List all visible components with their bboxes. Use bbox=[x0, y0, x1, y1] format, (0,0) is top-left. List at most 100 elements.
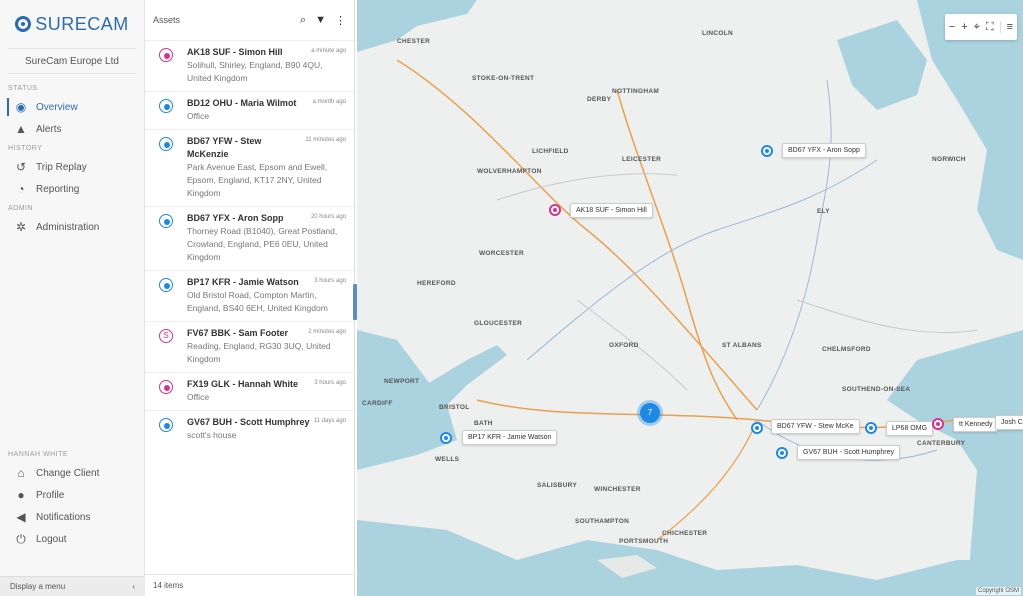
asset-list-item[interactable]: AK18 SUF - Simon Hill a minute ago Solihul… bbox=[145, 40, 354, 91]
asset-body: BD12 OHU - Maria Wilmot a month ago Office bbox=[187, 97, 346, 123]
map-marker-label[interactable]: LP68 OMG bbox=[886, 421, 934, 436]
nav-change-client-label: Change Client bbox=[36, 467, 100, 479]
city-label: BATH bbox=[474, 420, 493, 427]
city-label: SALISBURY bbox=[537, 482, 578, 489]
asset-timestamp: a minute ago bbox=[311, 48, 346, 54]
city-label: SOUTHAMPTON bbox=[575, 518, 630, 525]
map-marker[interactable] bbox=[865, 422, 877, 434]
map-marker-label[interactable]: AK18 SUF - Simon Hill bbox=[570, 203, 653, 218]
assets-header: Assets ⌕ ▼ ⋮ bbox=[145, 0, 354, 40]
more-vert-icon[interactable]: ⋮ bbox=[335, 14, 346, 27]
asset-timestamp: 3 hours ago bbox=[314, 278, 346, 284]
asset-name: FV67 BBK - Sam Footer bbox=[187, 328, 289, 338]
asset-list-item[interactable]: GV67 BUH - Scott Humphrey 11 days ago scot… bbox=[145, 410, 354, 448]
gear-icon: ✲ bbox=[15, 220, 27, 234]
asset-address: Thorney Road (B1040), Great Postland, Cr… bbox=[187, 226, 338, 262]
nav-trip-replay-label: Trip Replay bbox=[36, 161, 87, 173]
asset-list-item[interactable]: BD12 OHU - Maria Wilmot a month ago Office bbox=[145, 91, 354, 129]
asset-list-item[interactable]: BP17 KFR - Jamie Watson 3 hours ago Old Br… bbox=[145, 270, 354, 321]
sidebar: SURECAM SureCam Europe Ltd STATUS ◉ Over… bbox=[0, 0, 145, 596]
map-menu-icon[interactable]: ≡ bbox=[999, 21, 1013, 33]
logo-icon bbox=[15, 16, 32, 32]
nav-trip-replay[interactable]: ↺ Trip Replay bbox=[0, 156, 144, 178]
nav-reporting[interactable]: ◔ Reporting bbox=[0, 178, 144, 200]
asset-avatar-icon: S bbox=[159, 329, 173, 343]
map-view[interactable]: CHESTER LINCOLN STOKE-ON-TRENT DERBY NOT… bbox=[357, 0, 1023, 596]
collapse-sidebar-icon[interactable]: ‹ bbox=[132, 582, 135, 591]
fullscreen-icon[interactable]: ⛶ bbox=[986, 21, 994, 34]
city-label: DERBY bbox=[587, 96, 612, 103]
map-marker[interactable] bbox=[440, 432, 452, 444]
map-marker[interactable] bbox=[761, 145, 773, 157]
zoom-out-button[interactable]: − bbox=[949, 21, 955, 33]
asset-name: GV67 BUH - Scott Humphrey bbox=[187, 417, 310, 427]
marker-cluster[interactable]: 7 bbox=[640, 403, 660, 423]
section-label-admin: ADMIN bbox=[8, 205, 34, 212]
bullhorn-icon: ◀ bbox=[16, 510, 26, 524]
map-marker-label[interactable]: tt Kennedy bbox=[953, 417, 999, 432]
asset-list-item[interactable]: BD67 YFW - Stew McKenzie 11 minutes ago Pa… bbox=[145, 129, 354, 206]
city-label: WORCESTER bbox=[479, 250, 524, 257]
nav-notifications[interactable]: ◀ Notifications bbox=[0, 506, 145, 528]
locate-icon[interactable]: ⌖ bbox=[974, 21, 980, 34]
asset-timestamp: 2 minutes ago bbox=[308, 329, 346, 335]
asset-name: BD67 YFX - Aron Sopp bbox=[187, 213, 284, 223]
zoom-in-button[interactable]: + bbox=[961, 21, 967, 33]
logo[interactable]: SURECAM bbox=[0, 0, 144, 48]
city-label: WOLVERHAMPTON bbox=[477, 168, 542, 175]
asset-address: Reading, England, RG30 3UQ, United Kingd… bbox=[187, 341, 331, 364]
map-marker[interactable] bbox=[751, 422, 763, 434]
asset-list-item[interactable]: FX19 GLK - Hannah White 3 hours ago Office bbox=[145, 372, 354, 410]
map-copyright: Copyright OSM bbox=[975, 587, 1021, 595]
client-name: SureCam Europe Ltd bbox=[8, 48, 136, 74]
city-label: HEREFORD bbox=[417, 280, 456, 287]
asset-header: FV67 BBK - Sam Footer 2 minutes ago bbox=[187, 327, 346, 340]
city-label: WINCHESTER bbox=[594, 486, 641, 493]
map-marker-label[interactable]: BD67 YFX - Aron Sopp bbox=[782, 143, 866, 158]
map-marker-label[interactable]: GV67 BUH - Scott Humphrey bbox=[797, 445, 901, 460]
nav-overview-label: Overview bbox=[36, 101, 78, 113]
asset-name: BD67 YFW - Stew McKenzie bbox=[187, 136, 262, 159]
asset-status-icon bbox=[159, 48, 173, 62]
home-icon: ⌂ bbox=[17, 466, 25, 480]
nav-reporting-label: Reporting bbox=[36, 183, 80, 195]
asset-list-item[interactable]: S FV67 BBK - Sam Footer 2 minutes ago Readi… bbox=[145, 321, 354, 372]
asset-address: Old Bristol Road, Compton Martin, Englan… bbox=[187, 290, 328, 313]
display-menu-bar[interactable]: Display a menu ‹ bbox=[0, 576, 145, 596]
map-marker[interactable] bbox=[549, 204, 561, 216]
asset-timestamp: a month ago bbox=[312, 99, 346, 105]
nav-overview[interactable]: ◉ Overview bbox=[0, 96, 144, 118]
city-label: CHELMSFORD bbox=[822, 346, 871, 353]
warning-icon: ▲ bbox=[15, 122, 27, 136]
map-marker-label[interactable]: BD67 YFW - Stew McKe bbox=[771, 419, 860, 434]
filter-icon[interactable]: ▼ bbox=[315, 14, 326, 27]
nav-administration[interactable]: ✲ Administration bbox=[0, 216, 144, 238]
city-label: CANTERBURY bbox=[917, 440, 966, 447]
nav-logout[interactable]: ⏻ Logout bbox=[0, 528, 145, 550]
user-icon: ● bbox=[17, 488, 25, 502]
city-label: NOTTINGHAM bbox=[612, 88, 660, 95]
compass-icon: ◉ bbox=[15, 100, 27, 114]
nav-administration-label: Administration bbox=[36, 221, 100, 233]
city-label: WELLS bbox=[435, 456, 460, 463]
map-marker[interactable] bbox=[776, 447, 788, 459]
nav-alerts[interactable]: ▲ Alerts bbox=[0, 118, 144, 140]
asset-list-item[interactable]: BD67 YFX - Aron Sopp 20 hours ago Thorney … bbox=[145, 206, 354, 270]
map-marker[interactable] bbox=[932, 418, 944, 430]
asset-status-icon bbox=[159, 418, 173, 432]
asset-header: BP17 KFR - Jamie Watson 3 hours ago bbox=[187, 276, 346, 289]
city-label: ST ALBANS bbox=[722, 342, 762, 349]
nav-change-client[interactable]: ⌂ Change Client bbox=[0, 462, 145, 484]
nav-profile[interactable]: ● Profile bbox=[0, 484, 145, 506]
section-label-status: STATUS bbox=[8, 85, 38, 92]
map-marker-label[interactable]: Josh C bbox=[995, 415, 1023, 430]
map-marker-label[interactable]: BP17 KFR - Jamie Watson bbox=[462, 430, 558, 445]
city-label: ELY bbox=[817, 208, 830, 215]
asset-timestamp: 11 minutes ago bbox=[305, 137, 346, 143]
asset-header: BD12 OHU - Maria Wilmot a month ago bbox=[187, 97, 346, 110]
asset-body: BP17 KFR - Jamie Watson 3 hours ago Old Br… bbox=[187, 276, 346, 315]
asset-timestamp: 11 days ago bbox=[313, 418, 346, 424]
asset-timestamp: 20 hours ago bbox=[310, 214, 346, 220]
nav-notifications-label: Notifications bbox=[36, 511, 91, 523]
search-icon[interactable]: ⌕ bbox=[300, 14, 306, 27]
